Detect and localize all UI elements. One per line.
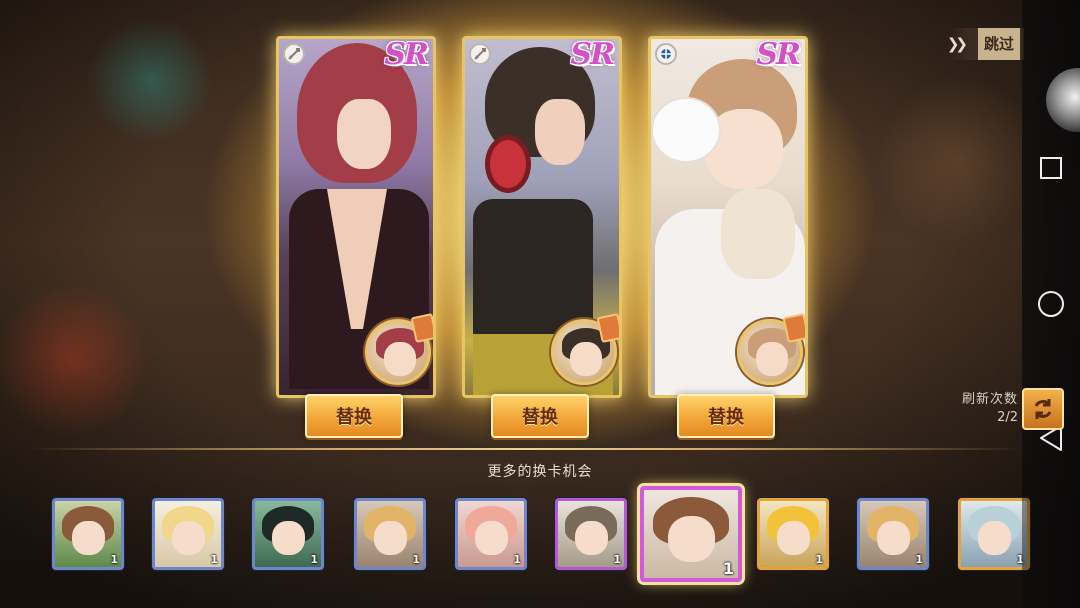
refresh-icon: [1034, 399, 1052, 419]
swap-button-3[interactable]: 替换: [677, 394, 775, 438]
thumb-face: [977, 520, 1011, 556]
more-cards-label: 更多的换卡机会: [487, 464, 593, 480]
portrait-face: [756, 342, 788, 376]
refresh-count-value: 2/2: [997, 410, 1018, 425]
plush-bear: [721, 189, 795, 279]
card-count: 1: [412, 553, 420, 566]
sword-icon: [469, 43, 491, 65]
rarity-badge: SR: [570, 37, 615, 72]
thumb-face: [271, 520, 305, 556]
card-strip: 1 1 1 1 1 1 1 1 1 1: [0, 486, 1030, 588]
character-face: [337, 99, 391, 169]
card-thumb-2[interactable]: 1: [152, 498, 224, 570]
rarity-badge: SR: [756, 37, 801, 72]
character-face: [535, 99, 585, 165]
card-count: 1: [722, 559, 734, 578]
card-thumb-1[interactable]: 1: [52, 498, 124, 570]
tag-icon: [596, 312, 619, 344]
portrait-face: [384, 342, 416, 376]
card-thumb-3[interactable]: 1: [252, 498, 324, 570]
card-count: 1: [915, 553, 923, 566]
portrait-face: [570, 342, 602, 376]
thumb-face: [876, 520, 910, 556]
thumb-face: [71, 520, 105, 556]
card-thumb-8[interactable]: 1: [757, 498, 829, 570]
card-count: 1: [815, 553, 823, 566]
card-thumb-9[interactable]: 1: [857, 498, 929, 570]
thumb-face: [667, 516, 715, 563]
thumb-face: [171, 520, 205, 556]
thumb-face: [574, 520, 608, 556]
square-icon[interactable]: [1035, 152, 1067, 184]
refresh-button[interactable]: [1022, 388, 1064, 430]
card-count: 1: [613, 553, 621, 566]
earmuff: [653, 99, 719, 161]
card-thumb-5[interactable]: 1: [455, 498, 527, 570]
skip-button[interactable]: ❯❯ 跳过: [944, 28, 1024, 60]
swap-button-1[interactable]: 替换: [305, 394, 403, 438]
refresh-count-label: 刷新次数: [961, 392, 1018, 407]
headphone-icon: [485, 135, 531, 193]
card-thumb-6[interactable]: 1: [555, 498, 627, 570]
card-count: 1: [210, 553, 218, 566]
card-slot-1[interactable]: SR: [276, 36, 436, 398]
card-slot-2[interactable]: SR: [462, 36, 622, 398]
rarity-badge: SR: [384, 37, 429, 72]
card-thumb-10[interactable]: 1: [958, 498, 1030, 570]
tag-icon: [410, 312, 433, 344]
badge-icon: [655, 43, 677, 65]
card-count: 1: [310, 553, 318, 566]
sword-icon: [283, 43, 305, 65]
card-count: 1: [110, 553, 118, 566]
circle-icon[interactable]: [1035, 288, 1067, 320]
card-thumb-4[interactable]: 1: [354, 498, 426, 570]
card-slot-3[interactable]: SR: [648, 36, 808, 398]
character-body: [473, 199, 593, 339]
tag-icon: [782, 312, 805, 344]
section-divider: [30, 448, 1022, 450]
thumb-face: [474, 520, 508, 556]
swap-button-2[interactable]: 替换: [491, 394, 589, 438]
thumb-face: [776, 520, 810, 556]
thumb-face: [373, 520, 407, 556]
card-thumb-7-selected[interactable]: 1: [640, 486, 742, 582]
card-count: 1: [513, 553, 521, 566]
skip-label: 跳过: [977, 28, 1020, 60]
